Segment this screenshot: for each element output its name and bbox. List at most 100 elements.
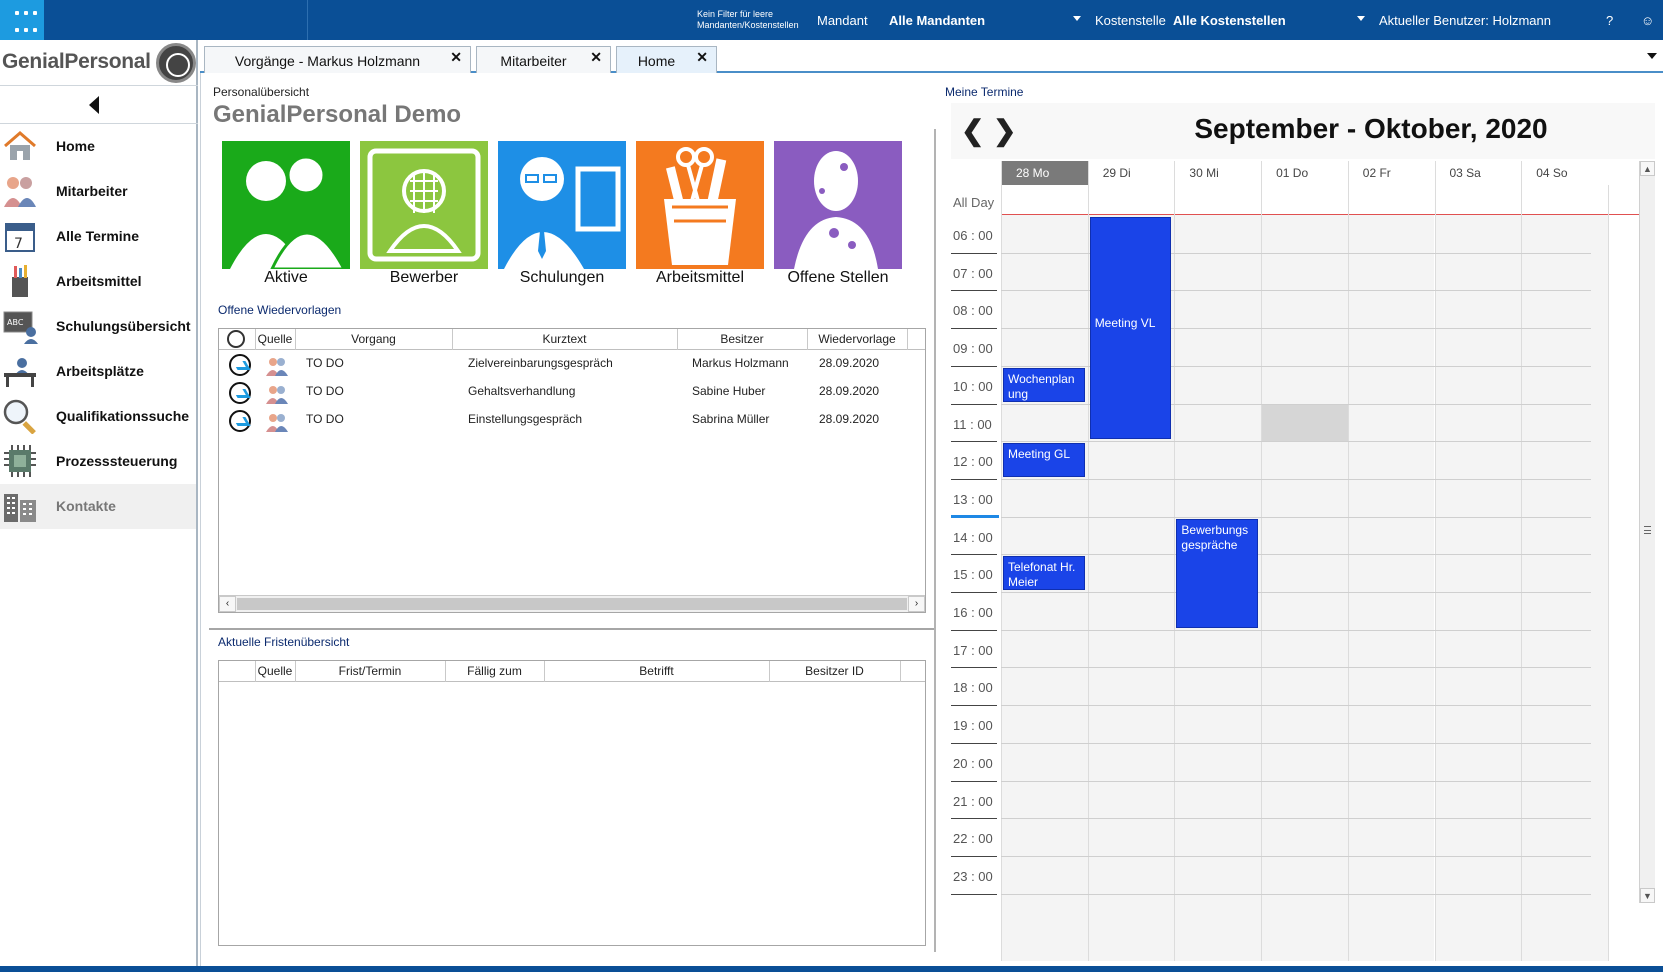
day-header[interactable]: 02 Fr — [1347, 161, 1435, 185]
next-week-button[interactable]: ❯ — [993, 114, 1016, 147]
fristen-title: Aktuelle Fristenübersicht — [218, 635, 350, 649]
vertical-divider[interactable] — [934, 129, 936, 952]
calendar-scrollbar[interactable]: ▲ ▼ — [1639, 161, 1655, 903]
sidebar-item-kontakte[interactable]: Kontakte — [0, 484, 196, 529]
table-row[interactable]: TO DO Zielvereinbarungsgespräch Markus H… — [219, 352, 925, 380]
hour-label: 23 : 00 — [953, 868, 993, 884]
column-header[interactable]: Wiedervorlage — [807, 332, 907, 346]
hour-divider — [951, 667, 997, 669]
day-column[interactable] — [1261, 215, 1348, 961]
tile-label: Aktive — [264, 269, 308, 286]
day-header[interactable]: 30 Mi — [1174, 161, 1262, 185]
sidebar-item-qualifikationssuche[interactable]: Qualifikationssuche — [0, 394, 196, 439]
refresh-icon[interactable] — [227, 330, 245, 348]
kostenstelle-dropdown-icon[interactable] — [1357, 16, 1365, 21]
hour-label: 08 : 00 — [953, 303, 993, 319]
sidebar-item-arbeitsmittel[interactable]: Arbeitsmittel — [0, 259, 196, 304]
scroll-up-icon[interactable]: ▲ — [1640, 161, 1655, 176]
close-icon[interactable]: ✕ — [696, 49, 708, 66]
collapse-sidebar-button[interactable] — [0, 86, 198, 124]
sidebar-item-label: Mitarbeiter — [56, 183, 128, 199]
filter-hint: Kein Filter für leere Mandanten/Kostenst… — [697, 9, 807, 31]
kurztext-cell: Zielvereinbarungsgespräch — [468, 356, 613, 370]
scroll-left-icon[interactable]: ‹ — [219, 596, 236, 612]
hour-label: 22 : 00 — [953, 831, 993, 847]
column-header[interactable]: Vorgang — [295, 332, 452, 346]
calendar-header: ❮ ❯ September - Oktober, 2020 — [951, 103, 1655, 159]
day-column[interactable] — [1347, 215, 1435, 961]
horizontal-scrollbar[interactable]: ‹ › — [219, 595, 925, 612]
desk-icon — [4, 358, 36, 387]
sidebar-item-schulungsuebersicht[interactable]: ABC Schulungsübersicht — [0, 304, 196, 349]
open-record-icon[interactable] — [229, 354, 251, 376]
table-row[interactable]: TO DO Einstellungsgespräch Sabrina Mülle… — [219, 408, 925, 436]
tools-cup-icon — [664, 147, 736, 265]
sidebar-item-alle-termine[interactable]: 7 Alle Termine — [0, 214, 196, 259]
hour-divider — [951, 818, 997, 820]
hour-divider — [951, 290, 997, 292]
column-header[interactable]: Betrifft — [544, 664, 769, 678]
column-header[interactable]: Quelle — [255, 332, 295, 346]
mandant-dropdown-icon[interactable] — [1073, 16, 1081, 21]
hour-divider — [951, 441, 997, 443]
tile-arbeitsmittel[interactable] — [636, 141, 764, 269]
tile-label: Schulungen — [519, 269, 605, 286]
scroll-down-icon[interactable]: ▼ — [1640, 888, 1655, 903]
column-header[interactable]: Kurztext — [452, 332, 677, 346]
calendar-event[interactable]: Wochenplanung — [1003, 367, 1085, 402]
hour-label: 06 : 00 — [953, 228, 993, 243]
home-icon — [4, 131, 36, 160]
column-header[interactable]: Frist/Termin — [295, 664, 445, 678]
scroll-right-icon[interactable]: › — [908, 596, 925, 612]
previous-week-button[interactable]: ❮ — [961, 114, 984, 147]
tab-mitarbeiter[interactable]: Mitarbeiter ✕ — [476, 46, 611, 73]
all-day-row[interactable] — [1001, 187, 1655, 215]
day-header[interactable]: 04 So — [1521, 161, 1608, 185]
column-header[interactable]: Fällig zum — [445, 664, 544, 678]
help-button[interactable]: ? — [1606, 13, 1613, 28]
close-icon[interactable]: ✕ — [590, 49, 602, 66]
wiedervorlagen-title: Offene Wiedervorlagen — [218, 303, 342, 317]
tab-home[interactable]: Home ✕ — [616, 46, 717, 74]
column-header[interactable]: Besitzer ID — [769, 664, 900, 678]
table-row[interactable]: TO DO Gehaltsverhandlung Sabine Huber 28… — [219, 380, 925, 408]
mandant-select[interactable]: Alle Mandanten — [889, 13, 985, 28]
kostenstelle-select[interactable]: Alle Kostenstellen — [1173, 13, 1286, 28]
open-record-icon[interactable] — [229, 410, 251, 432]
day-header[interactable]: 29 Di — [1087, 161, 1175, 185]
sidebar-item-mitarbeiter[interactable]: Mitarbeiter — [0, 169, 196, 214]
status-bar — [0, 966, 1663, 972]
close-icon[interactable]: ✕ — [450, 49, 462, 66]
sidebar-item-arbeitsplaetze[interactable]: Arbeitsplätze — [0, 349, 196, 394]
day-header[interactable]: 01 Do — [1261, 161, 1348, 185]
selected-slot[interactable] — [1262, 404, 1348, 442]
sidebar-item-home[interactable]: Home — [0, 124, 196, 169]
hour-label: 14 : 00 — [953, 529, 993, 545]
tile-offene-stellen[interactable] — [774, 141, 902, 269]
app-menu-grid-icon[interactable] — [0, 0, 44, 40]
column-header[interactable]: Besitzer — [677, 332, 807, 346]
scrollbar-grip-icon[interactable] — [1644, 526, 1651, 534]
sidebar-item-prozesssteuerung[interactable]: Prozesssteuerung — [0, 439, 196, 484]
hour-divider — [951, 629, 997, 631]
tab-vorgaenge[interactable]: Vorgänge - Markus Holzmann ✕ — [204, 46, 471, 73]
hour-divider — [951, 478, 997, 480]
open-record-icon[interactable] — [229, 382, 251, 404]
tab-list-dropdown-icon[interactable] — [1647, 53, 1657, 59]
day-column[interactable] — [1434, 215, 1522, 961]
column-header[interactable]: Quelle — [255, 664, 295, 678]
calendar-event[interactable]: Telefonat Hr. Meier — [1003, 556, 1085, 591]
day-column[interactable] — [1521, 215, 1608, 961]
calendar-event[interactable]: Meeting VL — [1089, 217, 1172, 440]
tile-aktive[interactable] — [222, 141, 350, 271]
day-header[interactable]: 28 Mo — [1001, 161, 1088, 185]
calendar-event[interactable]: Meeting GL — [1003, 443, 1085, 478]
section-divider[interactable] — [209, 628, 934, 630]
tile-schulungen[interactable] — [498, 141, 626, 269]
scrollbar-thumb[interactable] — [237, 598, 907, 610]
calendar-event[interactable]: Bewerbungsgespräche — [1176, 518, 1259, 628]
calendar-grid[interactable]: All Day 28 Mo 29 Di 30 Mi 01 Do 02 Fr 03 Sa 04… — [951, 161, 1655, 961]
smiley-icon[interactable]: ☺ — [1641, 13, 1654, 28]
tile-bewerber[interactable] — [360, 141, 488, 269]
day-header[interactable]: 03 Sa — [1434, 161, 1522, 185]
